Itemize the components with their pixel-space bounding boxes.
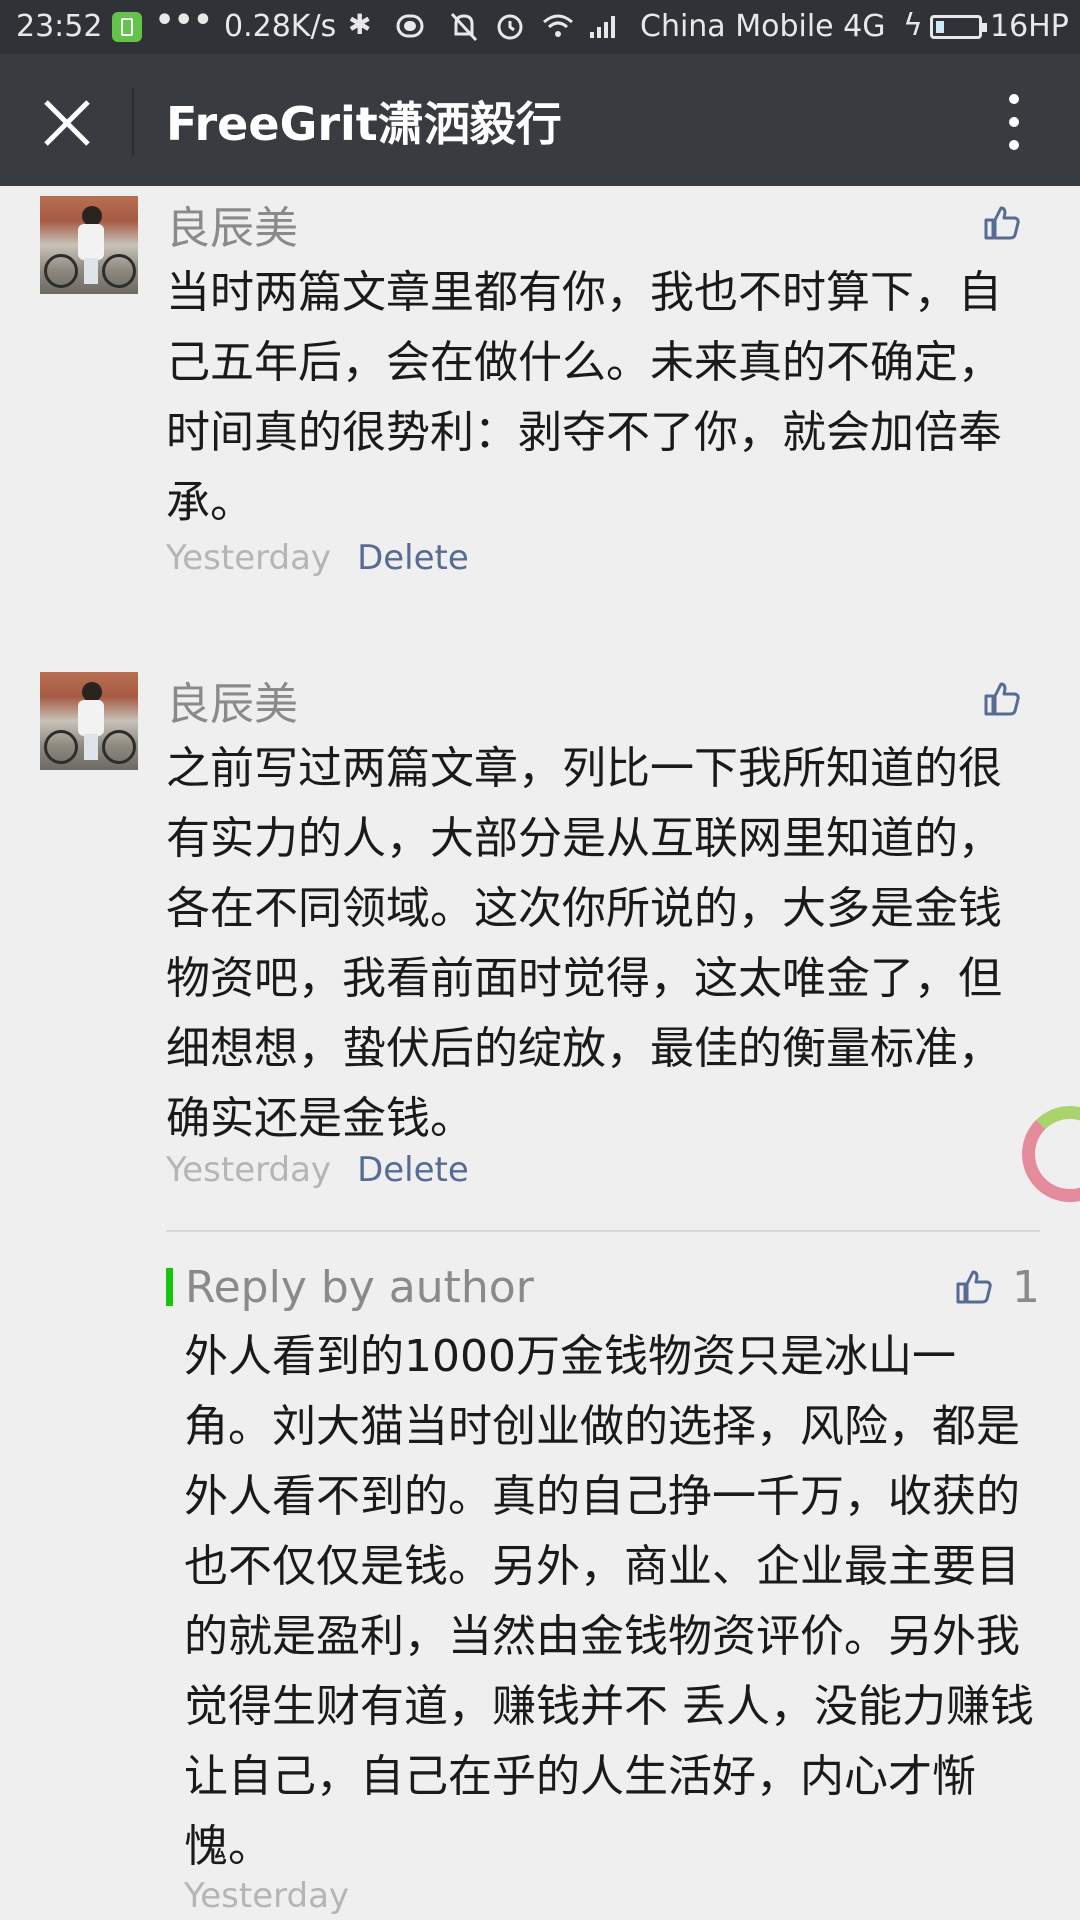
delete-link[interactable]: Delete [357,1150,469,1190]
like-icon[interactable] [982,202,1022,242]
signal-icon [590,16,615,38]
reply-label: Reply by author [185,1262,534,1313]
comment-time: Yesterday [166,1150,332,1190]
battery-label: 16HP [990,9,1069,44]
reply-separator [166,1230,1040,1232]
reply-text: 外人看到的1000万金钱物资只是冰山一角。刘大猫当时创业做的选择，风险，都是外人… [184,1331,1034,1872]
avatar[interactable] [40,672,138,770]
more-notifications-icon: ••• [155,3,213,38]
close-icon[interactable] [36,92,98,154]
title-bar: FreeGrit潇洒毅行 [0,54,1080,186]
floating-loading-indicator[interactable] [1022,1106,1080,1202]
status-time: 23:52 [16,9,103,44]
battery-icon [930,15,987,39]
like-icon[interactable] [954,1266,994,1306]
status-bar: 23:52 ••• 0.28K/s ✱ China Mobile 4G ϟ 16… [0,0,1080,54]
comment-author[interactable]: 良辰美 [166,192,298,256]
comment-text: 之前写过两篇文章，列比一下我所知道的很有实力的人，大部分是从互联网里知道的，各在… [166,743,1002,1144]
reply-meta: Yesterday [184,1876,375,1916]
vibrate-icon [396,14,424,38]
comment-time: Yesterday [166,538,332,578]
more-menu-icon[interactable] [996,94,1032,154]
app-notification-icon [112,12,142,42]
comment-meta: Yesterday Delete [166,538,469,578]
reply-like-count: 1 [1012,1262,1040,1313]
reply-header: Reply by author [166,1262,534,1313]
carrier-label: China Mobile 4G [640,9,886,44]
comment-text: 当时两篇文章里都有你，我也不时算下，自己五年后，会在做什么。未来真的不确定，时间… [166,267,1002,528]
wifi-icon [543,14,573,37]
page-title: FreeGrit潇洒毅行 [166,97,562,151]
delete-link[interactable]: Delete [357,538,469,578]
mute-bell-icon [450,12,478,42]
bluetooth-icon: ✱ [348,8,372,41]
reply-accent-bar [166,1268,173,1306]
avatar[interactable] [40,196,138,294]
title-divider [132,88,134,156]
charging-icon: ϟ [903,8,923,43]
comment-author[interactable]: 良辰美 [166,668,298,732]
like-icon[interactable] [982,678,1022,718]
alarm-icon [497,14,523,40]
comment-meta: Yesterday Delete [166,1150,469,1190]
network-speed: 0.28K/s [224,9,337,44]
reply-time: Yesterday [184,1876,350,1916]
